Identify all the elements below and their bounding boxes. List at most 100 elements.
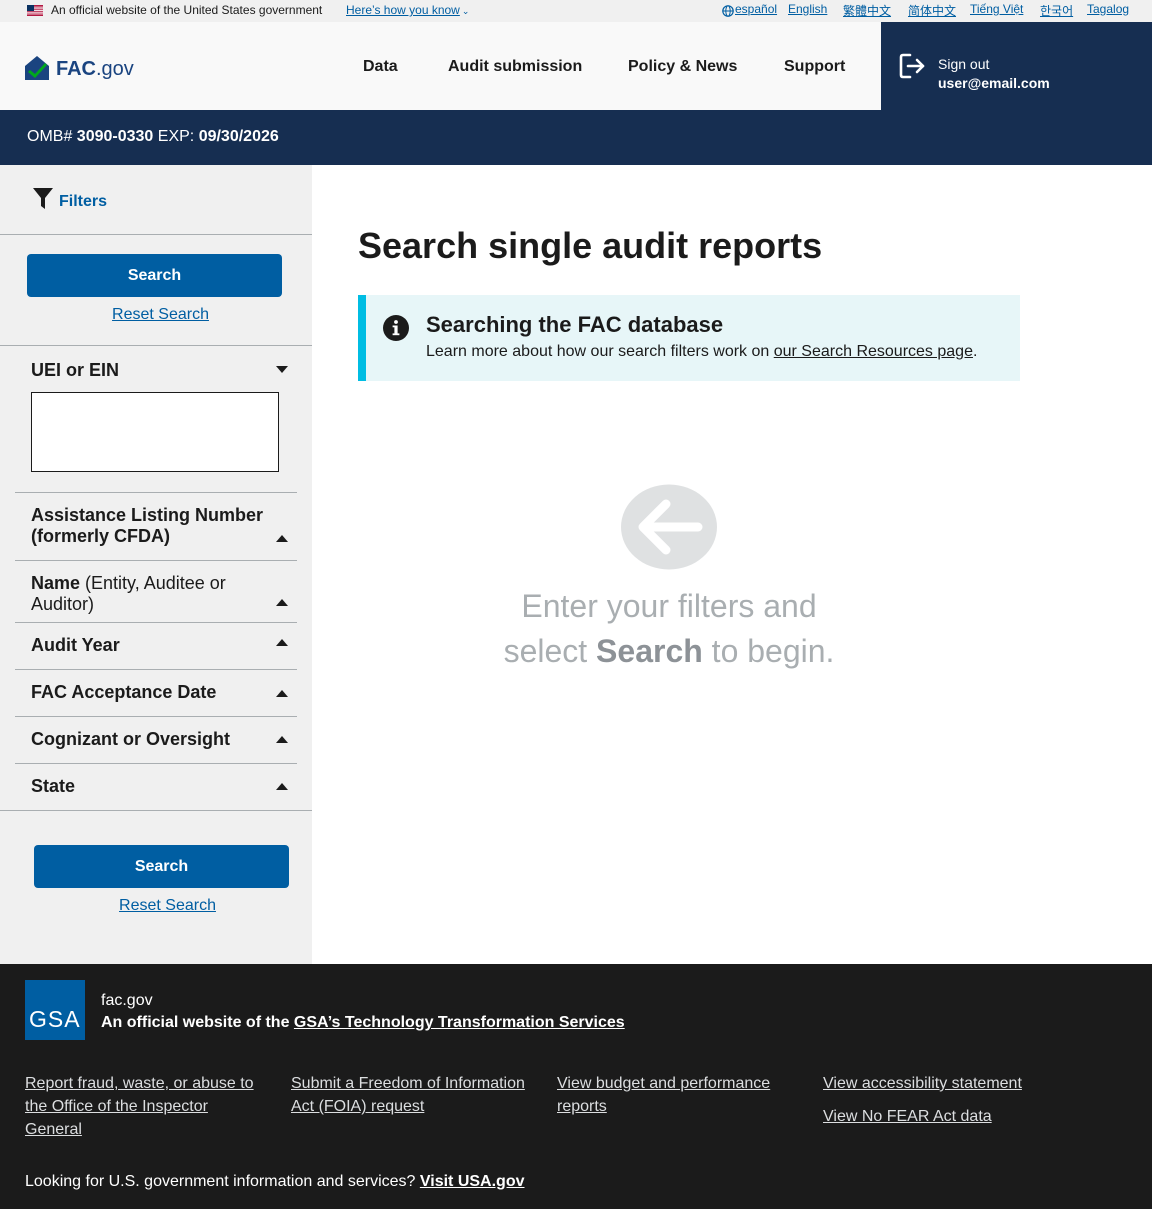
filter-divider [15,763,297,764]
fraud-line2: the Office of the Inspector [25,1098,208,1115]
site-header: FAC.gov Data Audit submission Policy & N… [0,22,1152,110]
filters-header[interactable]: Filters [0,165,312,235]
usa-gov-link[interactable]: Visit USA.gov [420,1173,525,1190]
filters-label: Filters [59,193,108,210]
footer-bottom-text: Looking for U.S. government information … [25,1173,525,1191]
omb-exp-date: 09/30/2026 [198,128,279,145]
omb-label: OMB# [27,128,73,145]
filter-name-title[interactable]: Name (Entity, Auditee or Auditor) [31,573,226,615]
search-resources-link[interactable]: our Search Resources page [774,343,973,360]
fraud-line1: Report fraud, waste, or abuse to [25,1075,254,1092]
how-you-know-label: Here’s how you know [346,3,460,17]
accessibility-link[interactable]: View accessibility statement [823,1072,1022,1095]
filter-divider [15,560,297,561]
foia-line1: Submit a Freedom of Information [291,1075,525,1092]
caret-up-icon[interactable] [276,639,288,646]
info-alert: Searching the FAC database Learn more ab… [358,295,1020,381]
caret-up-icon[interactable] [276,736,288,743]
signout-label: Sign out [938,56,990,72]
us-flag-icon [27,5,43,16]
tts-link[interactable]: GSA’s Technology Transformation Services [294,1014,625,1031]
empty-state-text: Enter your filters and select Search to … [478,584,860,674]
sign-out-icon [899,53,925,79]
nav-data[interactable]: Data [363,58,398,76]
caret-down-icon[interactable] [276,366,288,373]
filter-divider [15,669,297,670]
filter-audit-year-title[interactable]: Audit Year [31,635,120,656]
budget-line2: reports [557,1098,607,1115]
lang-english[interactable]: English [788,2,827,16]
empty-line2-bold: Search [596,633,703,669]
filter-name-bold: Name [31,573,81,593]
alert-heading: Searching the FAC database [426,312,724,337]
site-logo-text[interactable]: FAC.gov [56,58,134,81]
filter-divider [15,622,297,623]
filter-state-title[interactable]: State [31,776,75,797]
gov-banner: An official website of the United States… [0,0,1152,22]
chevron-down-icon: ⌄ [461,6,470,16]
page-title: Search single audit reports [358,225,823,266]
filter-divider [15,716,297,717]
foia-link[interactable]: Submit a Freedom of Information Act (FOI… [291,1072,541,1118]
logo-suffix-text: .gov [96,58,134,80]
filter-name-rest2: Auditor) [31,594,95,614]
budget-line1: View budget and performance [557,1075,771,1092]
footer-official-text: An official website of the GSA’s Technol… [101,1014,625,1032]
search-button-bottom[interactable]: Search [34,845,289,888]
nav-audit-submission[interactable]: Audit submission [448,58,582,76]
omb-exp-label: EXP: [157,128,195,145]
fraud-line3: General [25,1121,82,1138]
omb-bar: OMB# 3090-0330 EXP: 09/30/2026 [0,110,1152,165]
how-you-know-link[interactable]: Here’s how you know ⌄ [346,3,469,17]
report-fraud-link[interactable]: Report fraud, waste, or abuse to the Off… [25,1072,265,1141]
alert-body-suffix: . [972,343,978,360]
lang-traditional-chinese[interactable]: 繁體中文 [843,2,891,19]
lang-tagalog[interactable]: Tagalog [1087,2,1129,16]
gsa-logo[interactable]: GSA [25,980,85,1040]
info-icon [383,315,409,341]
budget-link[interactable]: View budget and performance reports [557,1072,807,1118]
sidebar-divider [0,345,312,346]
empty-line1: Enter your filters and [521,588,817,624]
fac-logo-icon[interactable] [25,56,49,80]
omb-text: OMB# 3090-0330 EXP: 09/30/2026 [27,128,279,146]
uei-ein-input[interactable] [31,392,279,472]
caret-up-icon[interactable] [276,599,288,606]
filter-divider [15,492,297,493]
gsa-logo-text: GSA [29,1006,81,1032]
caret-up-icon[interactable] [276,690,288,697]
filter-cognizant-title[interactable]: Cognizant or Oversight [31,729,230,750]
nav-support[interactable]: Support [784,58,845,76]
footer-official-prefix: An official website of the [101,1014,294,1031]
lang-vietnamese[interactable]: Tiếng Việt [970,2,1023,16]
search-button-top[interactable]: Search [27,254,282,297]
caret-up-icon[interactable] [276,535,288,542]
footer-domain: fac.gov [101,992,153,1009]
lang-espanol[interactable]: español [735,2,777,16]
sidebar-divider [0,810,312,811]
filter-aln-title[interactable]: Assistance Listing Number (formerly CFDA… [31,505,263,547]
filter-name-rest1: (Entity, Auditee or [80,573,226,593]
lang-korean[interactable]: 한국어 [1040,2,1073,19]
footer-bottom-prefix: Looking for U.S. government information … [25,1173,420,1190]
arrow-left-icon [621,484,717,570]
alert-body-prefix: Learn more about how our search filters … [426,343,774,360]
funnel-icon [33,188,53,209]
user-email: user@email.com [938,75,1050,91]
filter-acceptance-date-title[interactable]: FAC Acceptance Date [31,682,216,703]
filter-uei-title[interactable]: UEI or EIN [31,360,119,381]
gov-banner-text: An official website of the United States… [51,3,323,17]
signout-button[interactable]: Sign out user@email.com [881,22,1152,110]
empty-line2-suffix: to begin. [702,633,835,669]
caret-up-icon[interactable] [276,783,288,790]
empty-line2-prefix: select [503,633,597,669]
reset-search-link-bottom[interactable]: Reset Search [34,897,301,915]
site-footer: GSA fac.gov An official website of the G… [0,964,1152,1209]
lang-simplified-chinese[interactable]: 简体中文 [908,2,956,19]
filter-aln-line2: (formerly CFDA) [31,526,171,546]
filters-sidebar: Filters Search Reset Search UEI or EIN A… [0,165,312,964]
reset-search-link-top[interactable]: Reset Search [27,306,294,324]
no-fear-link[interactable]: View No FEAR Act data [823,1105,992,1128]
nav-policy-news[interactable]: Policy & News [628,58,737,76]
omb-number: 3090-0330 [76,128,154,145]
